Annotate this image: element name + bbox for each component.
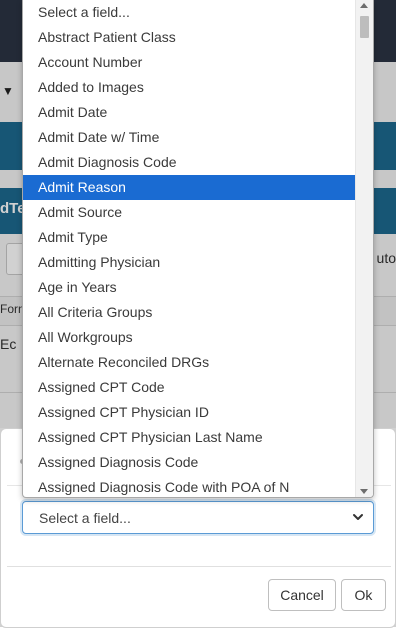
cancel-button[interactable]: Cancel — [268, 579, 336, 611]
dropdown-option[interactable]: Added to Images — [23, 75, 357, 100]
dropdown-option[interactable]: Select a field... — [23, 0, 357, 25]
chevron-down-icon — [353, 514, 363, 520]
scroll-up-arrow-icon[interactable] — [360, 3, 368, 8]
option-list: Select a field... Abstract Patient Class A… — [23, 0, 357, 497]
dropdown-option[interactable]: Assigned CPT Physician Last Name — [23, 425, 357, 450]
dropdown-option[interactable]: Admit Diagnosis Code — [23, 150, 357, 175]
ok-button[interactable]: Ok — [341, 579, 386, 611]
dropdown-option[interactable]: Assigned Diagnosis Code — [23, 450, 357, 475]
dropdown-option[interactable]: Admit Source — [23, 200, 357, 225]
dropdown-option[interactable]: Admit Date — [23, 100, 357, 125]
field-dropdown-list[interactable]: Select a field... Abstract Patient Class A… — [22, 0, 374, 498]
footer-divider — [7, 566, 391, 567]
dropdown-option[interactable]: Alternate Reconciled DRGs — [23, 350, 357, 375]
dropdown-option[interactable]: Admit Type — [23, 225, 357, 250]
dropdown-option[interactable]: Admitting Physician — [23, 250, 357, 275]
dropdown-option[interactable]: Account Number — [23, 50, 357, 75]
field-select-value: Select a field... — [39, 510, 131, 526]
field-select[interactable]: Select a field... — [22, 501, 374, 534]
scrollbar-thumb[interactable] — [360, 16, 369, 38]
dropdown-option[interactable]: Assigned Diagnosis Code with POA of N — [23, 475, 357, 497]
dropdown-option[interactable]: Admit Reason — [23, 175, 357, 200]
scroll-down-arrow-icon[interactable] — [360, 489, 368, 494]
dropdown-option[interactable]: Abstract Patient Class — [23, 25, 357, 50]
dropdown-option[interactable]: Assigned CPT Physician ID — [23, 400, 357, 425]
dropdown-option[interactable]: Admit Date w/ Time — [23, 125, 357, 150]
dropdown-option[interactable]: Age in Years — [23, 275, 357, 300]
dropdown-scrollbar[interactable] — [355, 0, 373, 497]
dropdown-option[interactable]: Assigned CPT Code — [23, 375, 357, 400]
dropdown-option[interactable]: All Workgroups — [23, 325, 357, 350]
dropdown-option[interactable]: All Criteria Groups — [23, 300, 357, 325]
